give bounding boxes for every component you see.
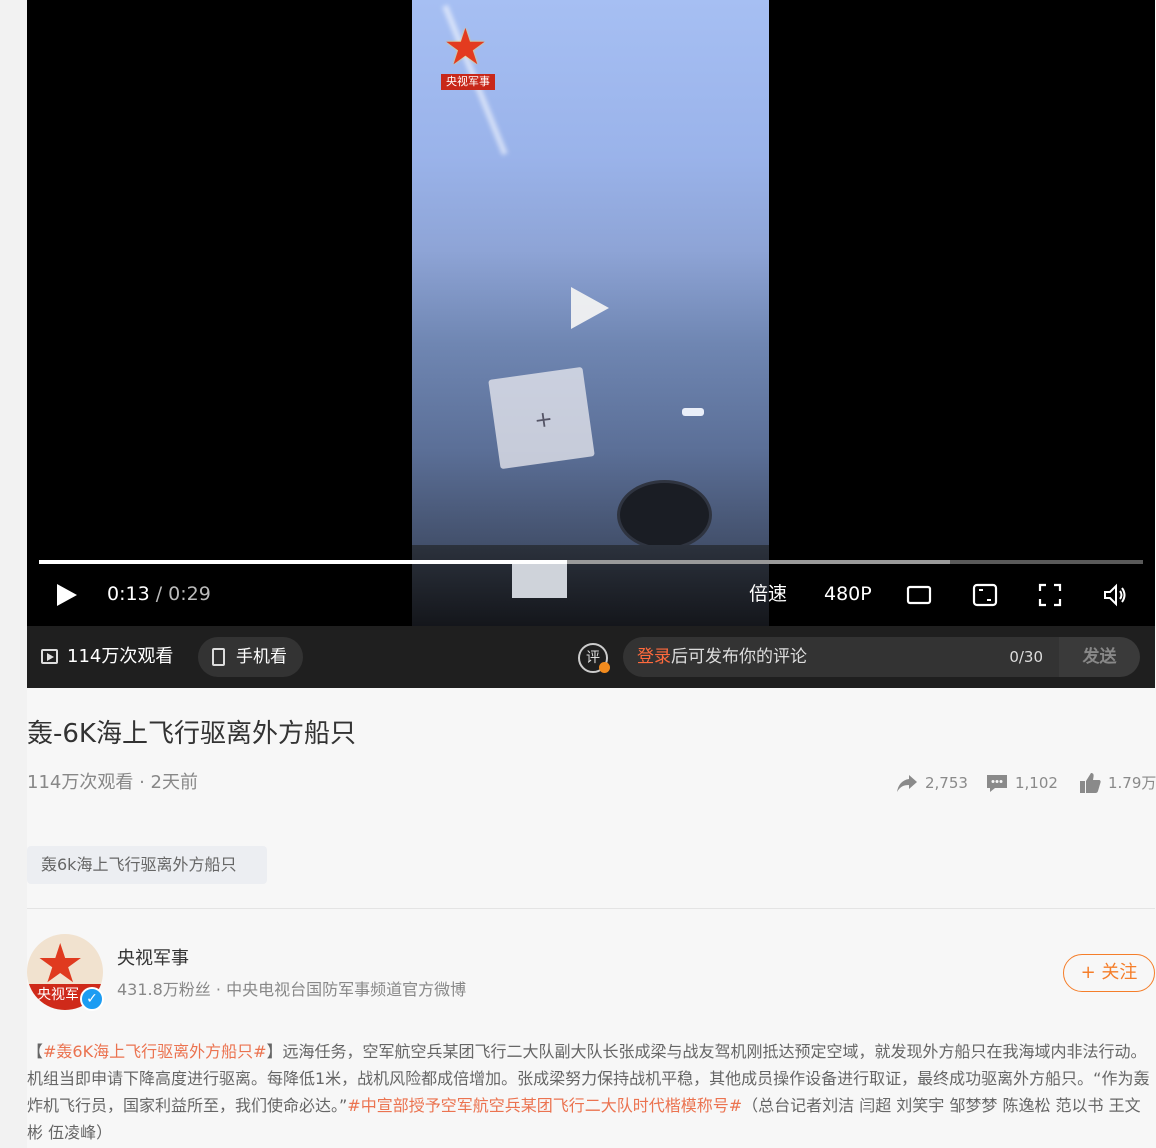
hashtag-link[interactable]: #中宣部授予空军航空兵某团飞行二大队时代楷模称号#: [347, 1096, 742, 1115]
video-player[interactable]: + ★ 央视军事 0:13 / 0:29 倍速 480P: [27, 0, 1155, 626]
send-button[interactable]: 发送: [1059, 637, 1140, 677]
share-icon: [897, 775, 917, 792]
comment-icon: 评: [578, 643, 610, 673]
played-bar: [39, 560, 567, 564]
follow-button[interactable]: + 关注: [1063, 954, 1155, 992]
author-description: 431.8万粉丝 · 中央电视台国防军事频道官方微博: [117, 980, 467, 999]
play-count-icon: [41, 649, 58, 664]
progress-bar[interactable]: [39, 560, 1143, 564]
current-time: 0:13: [107, 583, 150, 605]
video-meta: 114万次观看 · 2天前: [27, 772, 198, 793]
share-button[interactable]: 2,753: [895, 770, 968, 796]
window-sticker: +: [488, 366, 595, 470]
verified-badge-icon: ✓: [80, 987, 104, 1011]
hashtag-link[interactable]: #轰6K海上飞行驱离外方船只#: [43, 1042, 267, 1061]
topic-tag[interactable]: 轰6k海上飞行驱离外方船只: [27, 846, 267, 884]
distant-plane: [682, 408, 704, 416]
quality-button[interactable]: 480P: [824, 582, 872, 606]
login-link[interactable]: 登录: [637, 647, 671, 667]
speed-button[interactable]: 倍速: [749, 582, 787, 606]
video-title: 轰-6K海上飞行驱离外方船只: [27, 719, 356, 749]
theater-mode-icon[interactable]: [906, 582, 932, 608]
comment-bubble-icon: [987, 775, 1007, 792]
duration: 0:29: [168, 583, 211, 605]
divider: [27, 908, 1155, 909]
thumbs-up-icon: [1080, 773, 1101, 793]
desc-part-1: 【: [27, 1042, 44, 1061]
like-count: 1.79万: [1108, 774, 1156, 792]
cockpit-knob: [617, 480, 712, 550]
comment-button[interactable]: 1,102: [985, 770, 1058, 796]
view-count-text: 114万次观看: [67, 646, 174, 667]
time-display: 0:13 / 0:29: [107, 582, 211, 606]
video-description: 【#轰6K海上飞行驱离外方船只#】远海任务，空军航空兵某团飞行二大队副大队长张成…: [27, 1038, 1153, 1146]
picture-in-picture-icon[interactable]: [972, 582, 998, 608]
watermark-text: 央视军事: [441, 74, 495, 90]
comment-placeholder: 后可发布你的评论: [671, 647, 807, 667]
volume-icon[interactable]: [1102, 582, 1128, 608]
player-info-bar: 114万次观看 手机看 评 登录后可发布你的评论 0/30 发送: [27, 626, 1155, 688]
comment-icon-badge: [599, 662, 610, 673]
view-count: 114万次观看: [41, 645, 173, 669]
main-content: + ★ 央视军事 0:13 / 0:29 倍速 480P 114万次观看 手机看…: [27, 0, 1156, 1148]
channel-watermark-logo: ★ 央视军事: [439, 22, 495, 92]
watch-on-mobile-button[interactable]: 手机看: [198, 637, 303, 677]
weibo-video-page: + ★ 央视军事 0:13 / 0:29 倍速 480P 114万次观看 手机看…: [0, 0, 1156, 1148]
time-separator: /: [155, 583, 163, 605]
comment-count: 1,102: [1015, 774, 1058, 792]
control-bar: 0:13 / 0:29 倍速 480P: [27, 572, 1155, 618]
watch-on-mobile-label: 手机看: [236, 647, 287, 667]
big-play-icon[interactable]: [571, 287, 609, 329]
phone-icon: [212, 648, 225, 666]
like-button[interactable]: 1.79万: [1078, 770, 1156, 796]
fullscreen-icon[interactable]: [1037, 582, 1063, 608]
comment-char-count: 0/30: [1009, 648, 1043, 666]
star-icon: ★: [443, 18, 488, 76]
play-icon[interactable]: [57, 584, 77, 606]
comment-input[interactable]: 登录后可发布你的评论 0/30: [623, 637, 1059, 677]
share-count: 2,753: [925, 774, 968, 792]
author-name[interactable]: 央视军事: [117, 946, 189, 972]
comment-icon-text: 评: [586, 650, 600, 666]
